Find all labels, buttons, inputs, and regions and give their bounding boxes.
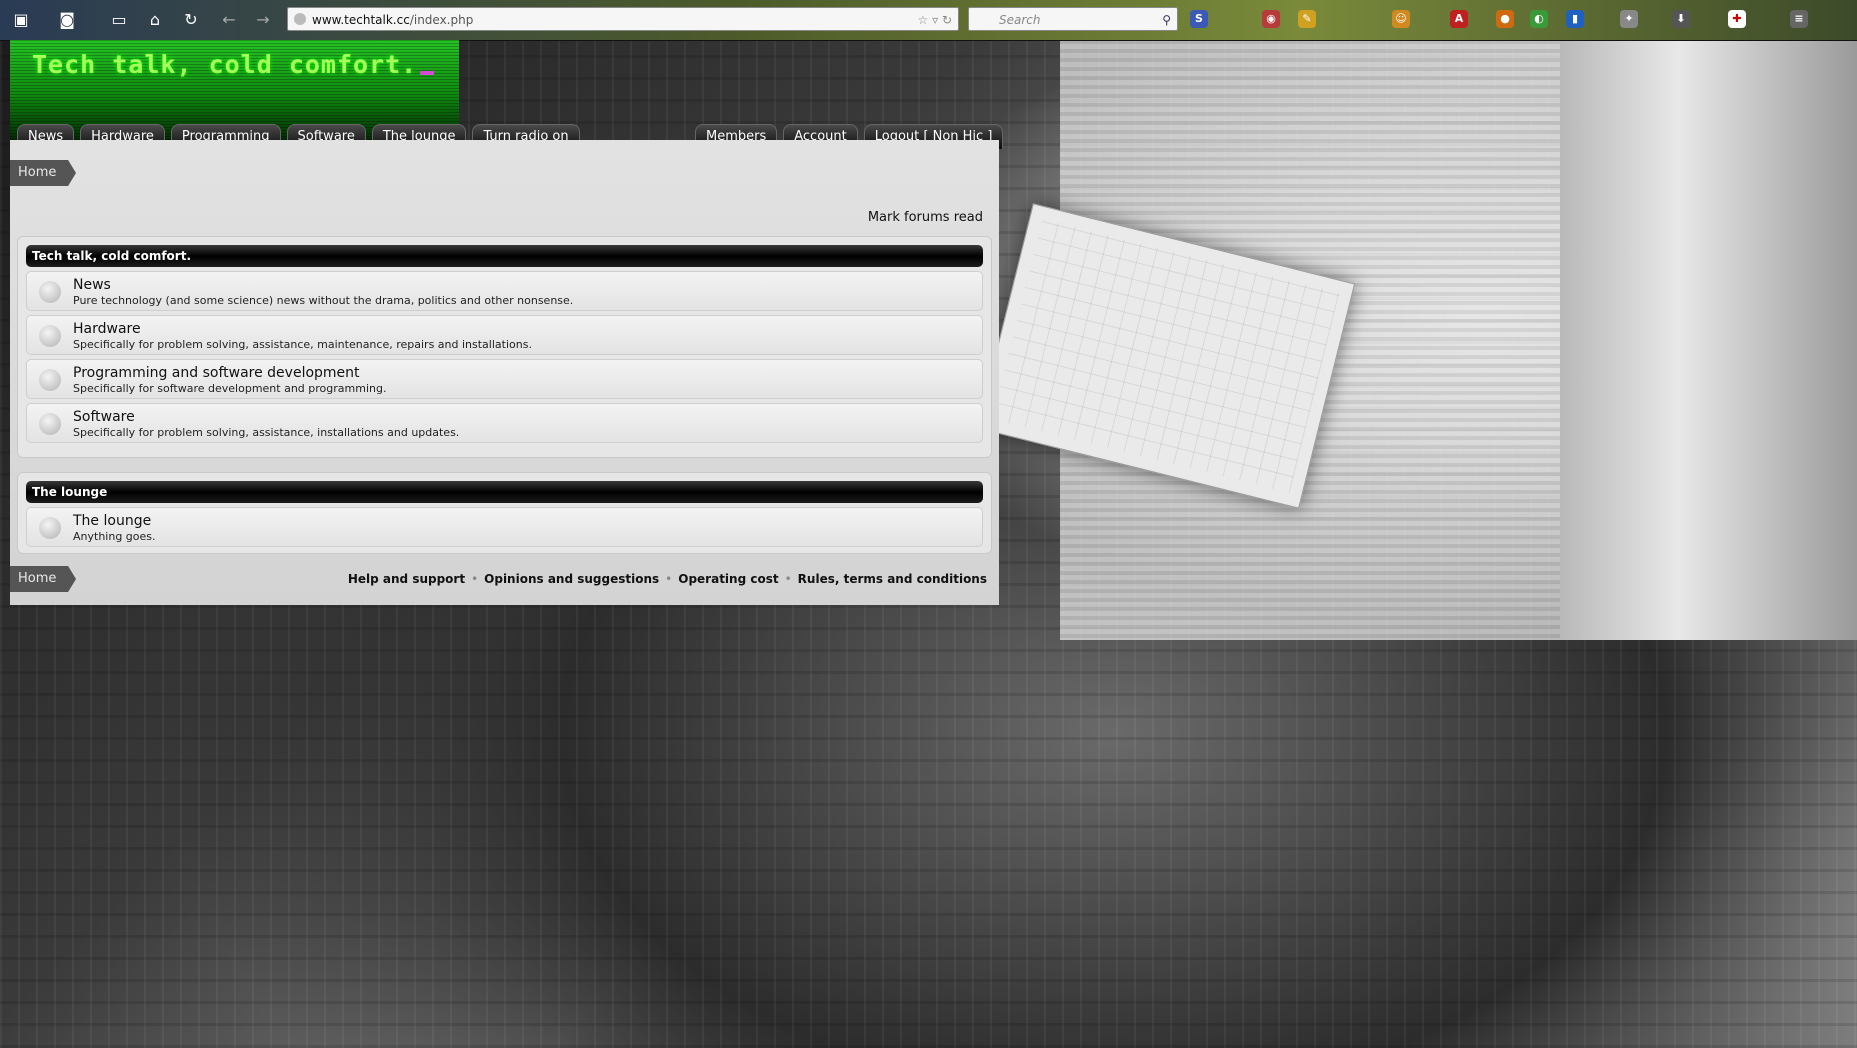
reload-icon[interactable]: ↻	[180, 9, 202, 31]
forum-description: Specifically for problem solving, assist…	[73, 338, 532, 351]
forum-status-icon	[39, 413, 61, 435]
url-bar[interactable]: www.techtalk.cc/index.php ☆ ▿ ↻	[287, 7, 959, 31]
mark-forums-read-link[interactable]: Mark forums read	[868, 210, 983, 225]
category-the-lounge: The lounge The lounge Anything goes.	[17, 472, 992, 554]
forum-status-icon	[39, 369, 61, 391]
footer-rules-link[interactable]: Rules, terms and conditions	[798, 572, 987, 586]
extension-tool-icon[interactable]: ✎	[1298, 10, 1316, 28]
breadcrumb-home-footer[interactable]: Home	[10, 566, 76, 592]
forum-description: Specifically for problem solving, assist…	[73, 426, 460, 439]
footer-operating-cost-link[interactable]: Operating cost	[678, 572, 778, 586]
forum-main: Home Mark forums read Tech talk, cold co…	[10, 140, 999, 605]
breadcrumb-home[interactable]: Home	[10, 160, 76, 186]
category-title[interactable]: Tech talk, cold comfort.	[26, 245, 983, 267]
site-identity-icon[interactable]	[294, 13, 306, 25]
forum-description: Pure technology (and some science) news …	[73, 294, 574, 307]
extension-pin-icon[interactable]: ✦	[1620, 10, 1638, 28]
site-logo[interactable]: Tech talk, cold comfort.	[32, 50, 435, 79]
forum-title[interactable]: Software	[73, 409, 135, 425]
url-path: /index.php	[409, 13, 474, 27]
forum-title[interactable]: The lounge	[73, 513, 151, 529]
extension-chrome-icon[interactable]: ◐	[1530, 10, 1548, 28]
menu-icon[interactable]: ▣	[10, 9, 32, 31]
extension-shield-icon[interactable]: ◉	[1262, 10, 1280, 28]
search-icon[interactable]: ⚲	[1162, 8, 1171, 32]
footer-help-link[interactable]: Help and support	[348, 572, 465, 586]
extension-face-icon[interactable]: ☺	[1392, 10, 1410, 28]
category-title[interactable]: The lounge	[26, 481, 983, 503]
search-placeholder: Search	[999, 13, 1041, 27]
forum-description: Specifically for software development an…	[73, 382, 387, 395]
search-input[interactable]: Search ⚲	[968, 7, 1178, 31]
browser-toolbar: ▣ ◙ ▭ ⌂ ↻ ← → www.techtalk.cc/index.php …	[0, 0, 1857, 41]
background-door	[1560, 40, 1857, 640]
footer-separator: •	[665, 572, 673, 586]
footer-opinions-link[interactable]: Opinions and suggestions	[484, 572, 659, 586]
footer-separator: •	[784, 572, 792, 586]
extension-ball-icon[interactable]: ●	[1496, 10, 1514, 28]
window-icon[interactable]: ▭	[108, 9, 130, 31]
url-host: www.techtalk.cc	[312, 13, 410, 27]
forum-title[interactable]: Hardware	[73, 321, 141, 337]
forum-status-icon	[39, 281, 61, 303]
forum-title[interactable]: Programming and software development	[73, 365, 360, 381]
save-icon[interactable]: ◙	[56, 9, 78, 31]
forward-icon[interactable]: →	[252, 9, 274, 31]
forum-row-software[interactable]: Software Specifically for problem solvin…	[26, 403, 983, 443]
extension-note-icon[interactable]: ▮	[1566, 10, 1584, 28]
download-icon[interactable]: ⬇	[1672, 10, 1690, 28]
extension-cross-icon[interactable]: ✚	[1728, 10, 1746, 28]
extension-s-icon[interactable]: S	[1190, 10, 1208, 28]
forum-title[interactable]: News	[73, 277, 111, 293]
home-icon[interactable]: ⌂	[144, 9, 166, 31]
bookmark-star-icon[interactable]: ☆ ▿ ↻	[918, 8, 952, 32]
forum-row-hardware[interactable]: Hardware Specifically for problem solvin…	[26, 315, 983, 355]
category-tech-talk: Tech talk, cold comfort. News Pure techn…	[17, 236, 992, 458]
forum-row-programming[interactable]: Programming and software development Spe…	[26, 359, 983, 399]
forum-status-icon	[39, 517, 61, 539]
blinking-cursor	[420, 71, 435, 75]
adblock-icon[interactable]: A	[1450, 10, 1468, 28]
forum-row-the-lounge[interactable]: The lounge Anything goes.	[26, 507, 983, 547]
browser-menu-icon[interactable]: ≡	[1790, 10, 1808, 28]
forum-row-news[interactable]: News Pure technology (and some science) …	[26, 271, 983, 311]
footer-links: Help and support • Opinions and suggesti…	[348, 572, 987, 586]
forum-description: Anything goes.	[73, 530, 156, 543]
forum-status-icon	[39, 325, 61, 347]
back-icon[interactable]: ←	[218, 9, 240, 31]
footer-separator: •	[471, 572, 479, 586]
